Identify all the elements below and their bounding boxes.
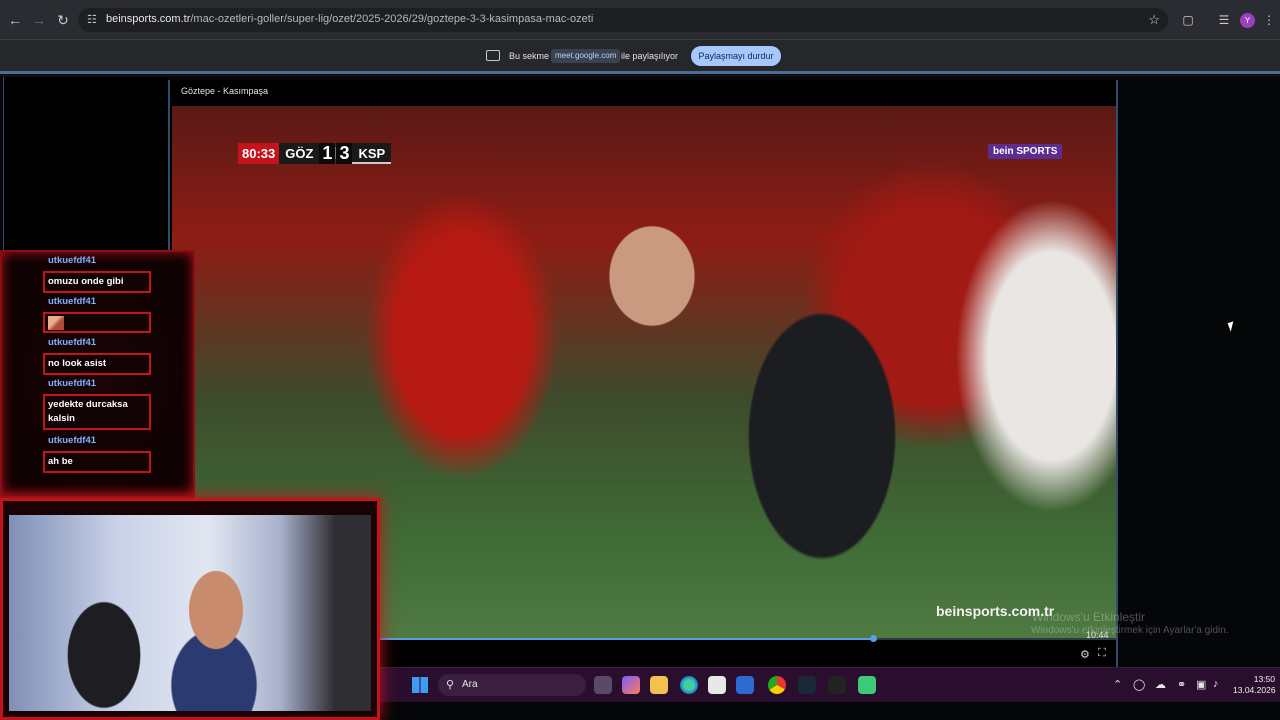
search-icon: ⚲ [446,679,455,691]
taskbar-search[interactable]: ⚲ Ara [438,674,586,696]
chat-username: utkuefdf41 [48,296,97,307]
site-info-icon[interactable]: ☷ [87,13,101,27]
taskbar-search-text: Ara [462,679,478,690]
clock-time: 13:50 [1253,674,1275,684]
chat-username: utkuefdf41 [48,337,97,348]
cloud-icon[interactable]: ☁ [1155,678,1166,691]
microphone-icon[interactable]: ⚭ [1177,678,1186,691]
chat-message: yedekte durcaksa kalsin [43,394,151,430]
tray-icon[interactable]: ◯ [1133,678,1145,691]
home-score: 1 [319,142,336,164]
screen-share-bar: Bu sekme meet.google.com ile paylaşılıyo… [0,40,1280,74]
match-clock: 80:33 [238,142,280,164]
chat-message: no look asist [43,353,151,375]
settings-gear-icon[interactable]: ⚙ [1080,648,1090,661]
share-domain-chip: meet.google.com [551,49,621,63]
extensions-icon[interactable]: ▢ [1180,12,1196,28]
video-title: Göztepe - Kasımpaşa [181,86,269,96]
url-path: /mac-ozetleri-goller/super-lig/ozet/2025… [190,13,594,25]
profile-avatar[interactable]: Y [1240,13,1255,28]
url-domain: beinsports.com.tr [106,13,191,25]
steam-icon[interactable] [798,676,816,694]
scoreboard: 80:33 GÖZ 1 3 KSP [238,142,392,164]
task-view-icon[interactable] [594,676,612,694]
chat-message: omuzu onde gibi [43,271,151,293]
url-text: beinsports.com.tr/mac-ozetleri-goller/su… [106,13,593,25]
edge-icon[interactable] [680,676,698,694]
clock-date: 13.04.2026 [1233,685,1276,695]
bein-sports-logo: bein SPORTS [988,144,1063,159]
chrome-icon[interactable] [768,676,786,694]
fullscreen-icon[interactable]: ⛶ [1098,647,1106,660]
mouse-cursor-icon [1227,321,1237,332]
windows-start-icon[interactable] [412,677,428,693]
forward-arrow-icon[interactable]: → [30,11,48,29]
network-icon[interactable]: ▣ [1196,678,1206,691]
chat-message [43,312,151,333]
progress-handle[interactable] [870,635,877,642]
stream-chat-overlay: utkuefdf41 omuzu onde gibi utkuefdf41 ut… [0,250,195,498]
volume-icon[interactable]: ♪ [1213,678,1219,690]
messaging-app-icon[interactable] [858,676,876,694]
chevron-up-icon[interactable]: ⌃ [1113,678,1122,691]
progress-bar[interactable] [380,635,1116,642]
chat-username: utkuefdf41 [48,255,97,266]
chat-message: ah be [43,451,151,473]
windows-activation-text: Windows'u etkinleştirmek için Ayarlar'a … [1031,625,1229,636]
store-icon[interactable] [708,676,726,694]
copilot-icon[interactable] [622,676,640,694]
webcam-overlay [0,498,380,720]
address-bar[interactable]: ☷ beinsports.com.tr/mac-ozetleri-goller/… [78,8,1168,32]
left-panel [3,77,168,257]
windows-activation-title: Windows'u Etkinleştir [1032,610,1145,624]
share-text-before: Bu sekme [509,51,550,61]
app-icon[interactable] [736,676,754,694]
webcam-feed [9,515,371,711]
share-text-after: ile paylaşılıyor [621,51,679,61]
chat-username: utkuefdf41 [48,435,97,446]
screen-share-icon [486,50,500,61]
reload-icon[interactable]: ↻ [54,11,72,29]
away-score: 3 [336,142,353,164]
file-explorer-icon[interactable] [650,676,668,694]
media-controls-icon[interactable]: ☰ [1216,12,1232,28]
emote-icon [48,316,64,330]
progress-fill [380,638,873,640]
home-team: GÖZ [279,142,320,164]
obs-icon[interactable] [828,676,846,694]
taskbar-clock[interactable]: 13:50 13.04.2026 [1233,674,1276,696]
menu-dots-icon[interactable]: ⋮ [1261,12,1277,28]
chat-username: utkuefdf41 [48,378,97,389]
bookmark-star-icon[interactable]: ☆ [1148,12,1160,28]
back-arrow-icon[interactable]: ← [6,11,24,29]
away-team: KSP [352,142,392,164]
windows-taskbar: ⚲ Ara ⌃ ◯ ☁ ⚭ ▣ ♪ 13:50 13.04.2026 [380,667,1280,702]
stop-sharing-button[interactable]: Paylaşmayı durdur [691,46,781,66]
browser-toolbar: ← → ↻ ☷ beinsports.com.tr/mac-ozetleri-g… [0,0,1280,40]
